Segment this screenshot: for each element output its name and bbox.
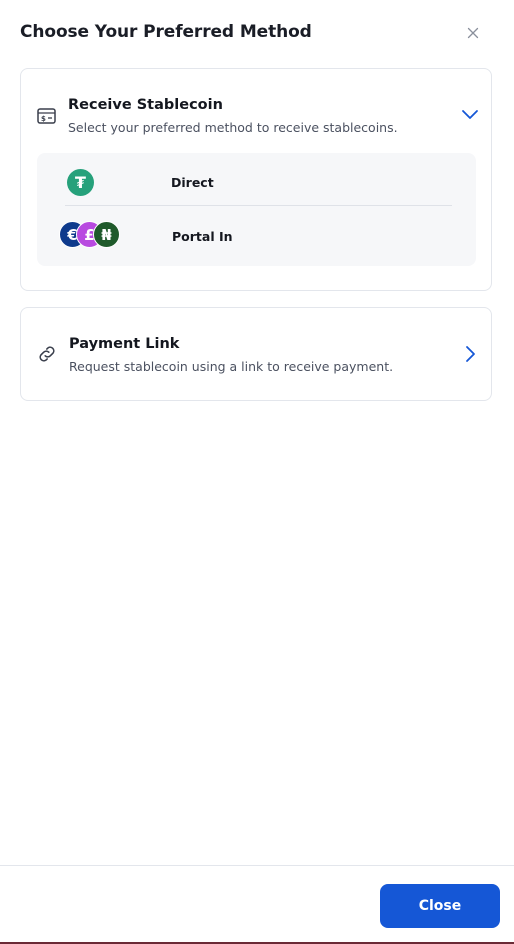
option-portal-in-label: Portal In [172, 229, 233, 244]
close-icon[interactable] [464, 24, 482, 42]
close-button[interactable]: Close [380, 884, 500, 928]
receive-options-list: ₮ Direct € £ ₦ Portal In [37, 153, 476, 266]
payment-link-subtitle: Request stablecoin using a link to recei… [69, 359, 394, 374]
chevron-down-icon[interactable] [460, 104, 480, 124]
tether-icon: ₮ [67, 169, 94, 196]
payment-link-title: Payment Link [69, 336, 180, 352]
naira-icon: ₦ [93, 221, 120, 248]
chevron-right-icon[interactable] [460, 344, 480, 364]
link-icon [39, 346, 55, 362]
payment-link-card[interactable]: Payment Link Request stablecoin using a … [20, 307, 492, 401]
dialog-footer: Close [0, 865, 514, 944]
dialog-header: Choose Your Preferred Method [0, 0, 514, 68]
option-direct[interactable]: ₮ Direct [37, 153, 476, 205]
receive-stablecoin-title: Receive Stablecoin [68, 97, 223, 113]
dialog-title: Choose Your Preferred Method [20, 22, 312, 42]
option-portal-in[interactable]: € £ ₦ Portal In [37, 206, 476, 266]
receive-stablecoin-card[interactable]: $ Receive Stablecoin Select your preferr… [20, 68, 492, 291]
receive-stablecoin-subtitle: Select your preferred method to receive … [68, 120, 398, 135]
option-direct-label: Direct [171, 175, 214, 190]
svg-text:$: $ [41, 115, 46, 123]
wallet-card-icon: $ [37, 108, 56, 124]
